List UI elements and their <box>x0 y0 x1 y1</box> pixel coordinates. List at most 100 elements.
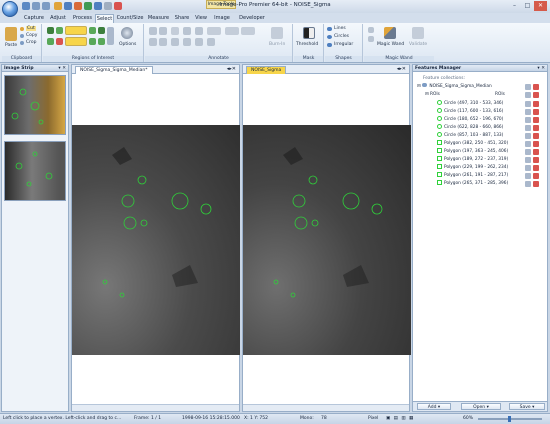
delete-icon[interactable] <box>533 101 539 107</box>
roi-list-icon[interactable] <box>107 27 114 45</box>
edit-icon[interactable] <box>525 117 531 123</box>
document-nav-icon[interactable]: ◂▸✕ <box>227 66 236 72</box>
front-annotation-icon[interactable] <box>195 38 203 46</box>
edit-icon[interactable] <box>525 101 531 107</box>
magic-wand-button[interactable]: Magic Wand <box>377 42 404 47</box>
add-roi-icon[interactable] <box>47 38 54 45</box>
edit-icon[interactable] <box>525 141 531 147</box>
roi-list-item[interactable]: Circle (117, 600 - 133, 616) <box>437 108 533 115</box>
options-button[interactable]: Options <box>119 42 136 47</box>
save-features-button[interactable]: Save ▾ <box>509 403 545 410</box>
zoom-slider-thumb[interactable] <box>508 416 511 422</box>
roi-grid-icon[interactable] <box>65 37 87 46</box>
delete-annotation-icon[interactable] <box>149 38 157 46</box>
edit-icon[interactable] <box>525 181 531 187</box>
pointer-icon[interactable] <box>104 2 112 10</box>
rois-row[interactable]: ⊟ ROIs ROIs <box>425 91 533 98</box>
back-annotation-icon[interactable] <box>207 38 215 46</box>
status-view-icons[interactable]: ▣ ▤ ▥ ▦ <box>386 414 426 424</box>
tab-view[interactable]: View <box>193 14 209 23</box>
tab-adjust[interactable]: Adjust <box>47 14 69 23</box>
tab-select[interactable]: Select <box>95 14 114 23</box>
measure-icon[interactable] <box>94 2 102 10</box>
polyline-annotate-icon[interactable] <box>207 27 221 35</box>
cut-button[interactable]: Cut <box>26 26 36 31</box>
magic-wand-icon[interactable] <box>384 27 396 39</box>
roi-list-item[interactable]: Polygon (265, 371 - 285, 396) <box>437 180 533 187</box>
capture-icon[interactable] <box>74 2 82 10</box>
threshold-icon[interactable] <box>303 27 315 39</box>
edit-icon[interactable] <box>525 125 531 131</box>
burn-in-button[interactable]: Burn-In <box>269 42 285 47</box>
roi-list-item[interactable]: Polygon (229, 199 - 262, 234) <box>437 164 533 171</box>
delete-icon[interactable] <box>533 133 539 139</box>
ungroup-annotation-icon[interactable] <box>183 38 191 46</box>
roi-list-item[interactable]: Polygon (189, 272 - 237, 319) <box>437 156 533 163</box>
roi-list-item[interactable]: Polygon (261, 191 - 287, 217) <box>437 172 533 179</box>
arrow-annotate-icon[interactable] <box>149 27 157 35</box>
undo-icon[interactable] <box>32 2 40 10</box>
delete-roi-icon[interactable] <box>56 38 63 45</box>
delete-icon[interactable] <box>533 149 539 155</box>
select-annotation-icon[interactable] <box>159 38 167 46</box>
group-annotation-icon[interactable] <box>171 38 179 46</box>
image-strip-pin-icon[interactable]: ▾ ✕ <box>58 65 66 72</box>
edit-icon[interactable] <box>525 165 531 171</box>
edit-icon[interactable] <box>525 109 531 115</box>
tab-count-size[interactable]: Count/Size <box>115 14 145 23</box>
edit-icon[interactable] <box>525 133 531 139</box>
microscopy-image-noise[interactable] <box>243 125 411 355</box>
minimize-button[interactable]: – <box>508 1 521 11</box>
irregular-button[interactable]: Irregular <box>334 42 353 47</box>
validate-icon[interactable] <box>412 27 424 39</box>
redo-icon[interactable] <box>42 2 50 10</box>
collapse-icon[interactable]: ⊟ <box>425 92 429 97</box>
options-gear-icon[interactable] <box>121 27 133 39</box>
delete-icon[interactable] <box>533 109 539 115</box>
roi-list-item[interactable]: Circle (497, 310 - 533, 346) <box>437 100 533 107</box>
edit-icon[interactable] <box>525 149 531 155</box>
wand-remove-icon[interactable] <box>368 36 374 42</box>
delete-icon[interactable] <box>533 173 539 179</box>
edit-icon[interactable] <box>525 84 531 90</box>
edit-icon[interactable] <box>525 173 531 179</box>
delete-icon[interactable] <box>533 141 539 147</box>
open-button[interactable]: Open ▾ <box>461 403 501 410</box>
save-icon[interactable] <box>22 2 30 10</box>
tab-capture[interactable]: Capture <box>22 14 46 23</box>
roi-list-item[interactable]: Polygon (382, 250 - 451, 320) <box>437 140 533 147</box>
features-manager-pin-icon[interactable]: ▾ ✕ <box>537 65 545 72</box>
line-annotate-icon[interactable] <box>159 27 167 35</box>
tab-image[interactable]: Image <box>211 14 233 23</box>
edit-icon[interactable] <box>525 92 531 98</box>
polygon-roi-icon[interactable] <box>65 26 87 35</box>
copy-button[interactable]: Copy <box>26 33 37 38</box>
move-roi-icon[interactable] <box>89 38 96 45</box>
add-button[interactable]: Add ▾ <box>417 403 451 410</box>
delete-icon[interactable] <box>533 117 539 123</box>
image-thumbnail[interactable] <box>4 141 66 201</box>
maximize-button[interactable]: □ <box>521 1 534 11</box>
delete-icon[interactable] <box>533 92 539 98</box>
tab-developer[interactable]: Developer <box>237 14 267 23</box>
text-annotate-icon[interactable] <box>171 27 179 35</box>
open-folder-icon[interactable] <box>54 2 62 10</box>
roi-list-item[interactable]: Circle (857, 103 - 887, 133) <box>437 132 533 139</box>
horizontal-scrollbar[interactable] <box>72 404 239 411</box>
edit-icon[interactable] <box>525 157 531 163</box>
lines-button[interactable]: Lines <box>334 26 346 31</box>
rotate-roi-icon[interactable] <box>98 38 105 45</box>
paste-button[interactable]: Paste <box>5 43 17 48</box>
tree-root-row[interactable]: ⊟ NOISE_Sigma_Sigma_Median <box>417 83 533 90</box>
freehand-roi-icon[interactable] <box>98 27 105 34</box>
tab-share[interactable]: Share <box>172 14 192 23</box>
circles-button[interactable]: Circles <box>334 34 349 39</box>
image-thumbnail-active[interactable] <box>4 75 66 135</box>
collapse-icon[interactable]: ⊟ <box>417 84 421 89</box>
document-nav-icon[interactable]: ◂▸✕ <box>397 66 406 72</box>
roi-list-item[interactable]: Polygon (197, 363 - 245, 406) <box>437 148 533 155</box>
roi-list-item[interactable]: Circle (180, 652 - 196, 670) <box>437 116 533 123</box>
burn-in-icon[interactable] <box>271 27 283 39</box>
delete-icon[interactable] <box>533 84 539 90</box>
refresh-icon[interactable] <box>84 2 92 10</box>
